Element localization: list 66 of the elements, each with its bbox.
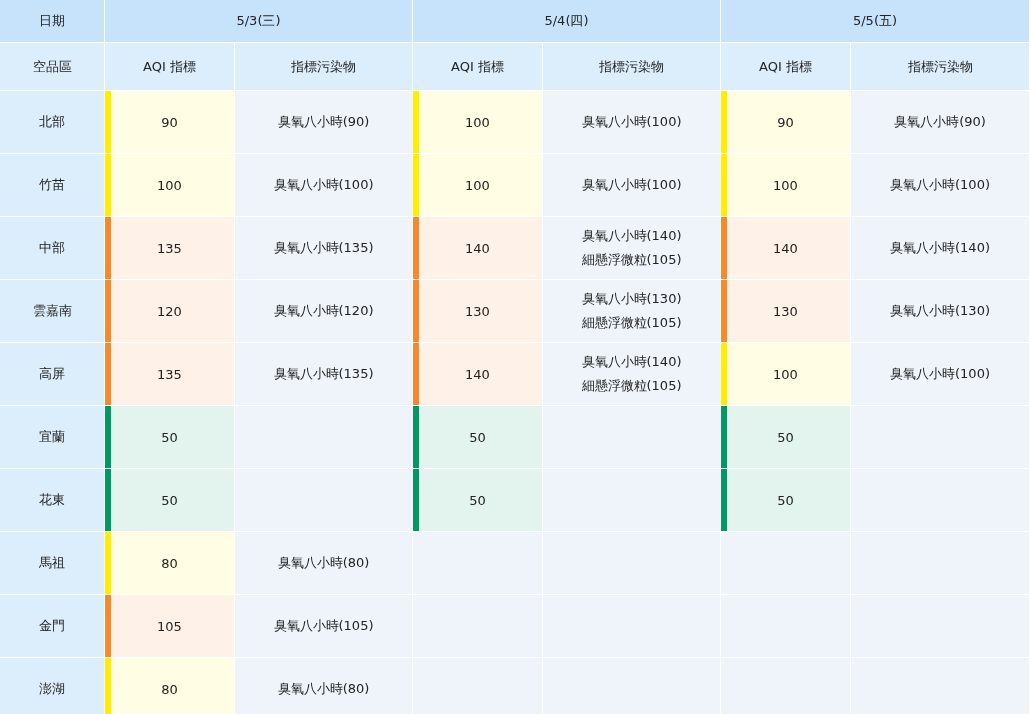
- aqi-value: 130: [773, 303, 798, 319]
- region-cell: 宜蘭: [0, 406, 104, 468]
- aqi-value: 80: [161, 555, 178, 571]
- pollutant-text: 細懸浮微粒(105): [581, 377, 682, 395]
- pollutant-text: 臭氧八小時(90): [277, 113, 370, 131]
- pollutant-text: 臭氧八小時(140): [581, 227, 682, 245]
- header-cell: 日期: [0, 0, 104, 42]
- region-cell: 雲嘉南: [0, 280, 104, 342]
- pollutant-text: 臭氧八小時(100): [581, 176, 682, 194]
- aqi-value: 90: [161, 114, 178, 130]
- date-header: 5/5(五): [721, 0, 1029, 42]
- aqi-value: 80: [161, 681, 178, 697]
- pollutant-text: 臭氧八小時(120): [273, 302, 374, 320]
- aqi-value: 50: [161, 429, 178, 445]
- region-cell: 北部: [0, 91, 104, 153]
- date-header: 5/4(四): [413, 0, 720, 42]
- pollutant-text: 臭氧八小時(80): [277, 554, 370, 572]
- aqi-value: 50: [161, 492, 178, 508]
- pollutant-text: 臭氧八小時(140): [581, 353, 682, 371]
- aqi-value: 50: [469, 429, 486, 445]
- aqi-value: 100: [157, 177, 182, 193]
- pollutant-text: 臭氧八小時(80): [277, 680, 370, 698]
- pollutant-text: 臭氧八小時(100): [890, 365, 990, 383]
- pollutant-text: 臭氧八小時(100): [581, 113, 682, 131]
- pollutant-text: 臭氧八小時(100): [273, 176, 374, 194]
- date-header: 5/3(三): [105, 0, 412, 42]
- header-cell: 指標污染物: [543, 43, 720, 90]
- pollutant-text: 細懸浮微粒(105): [581, 314, 682, 332]
- aqi-value: 50: [777, 492, 794, 508]
- header-cell: 指標污染物: [235, 43, 412, 90]
- aqi-value: 140: [773, 240, 798, 256]
- region-cell: 花東: [0, 469, 104, 531]
- pollutant-text: 臭氧八小時(135): [273, 365, 374, 383]
- header-cell: AQI 指標: [105, 43, 234, 90]
- pollutant-text: 臭氧八小時(130): [581, 290, 682, 308]
- aqi-value: 120: [157, 303, 182, 319]
- pollutant-text: 臭氧八小時(135): [273, 239, 374, 257]
- aqi-value: 100: [773, 366, 798, 382]
- pollutant-text: 臭氧八小時(140): [890, 239, 990, 257]
- aqi-value: 140: [465, 240, 490, 256]
- aqi-value: 140: [465, 366, 490, 382]
- pollutant-text: 細懸浮微粒(105): [581, 251, 682, 269]
- aqi-value: 105: [157, 618, 182, 634]
- aqi-value: 50: [469, 492, 486, 508]
- region-cell: 中部: [0, 217, 104, 279]
- aqi-value: 100: [773, 177, 798, 193]
- pollutant-text: 臭氧八小時(130): [890, 302, 990, 320]
- header-cell: 指標污染物: [851, 43, 1029, 90]
- aqi-value: 135: [157, 240, 182, 256]
- pollutant-text: 臭氧八小時(105): [273, 617, 374, 635]
- pollutant-text: 臭氧八小時(90): [894, 113, 986, 131]
- region-cell: 金門: [0, 595, 104, 657]
- region-cell: 澎湖: [0, 658, 104, 714]
- aqi-value: 135: [157, 366, 182, 382]
- header-cell: 空品區: [0, 43, 104, 90]
- aqi-value: 130: [465, 303, 490, 319]
- aqi-value: 90: [777, 114, 794, 130]
- aqi-value: 50: [777, 429, 794, 445]
- aqi-value: 100: [465, 114, 490, 130]
- region-cell: 竹苗: [0, 154, 104, 216]
- aqi-value: 100: [465, 177, 490, 193]
- header-cell: AQI 指標: [413, 43, 542, 90]
- header-cell: AQI 指標: [721, 43, 850, 90]
- region-cell: 馬祖: [0, 532, 104, 594]
- pollutant-text: 臭氧八小時(100): [890, 176, 990, 194]
- region-cell: 高屏: [0, 343, 104, 405]
